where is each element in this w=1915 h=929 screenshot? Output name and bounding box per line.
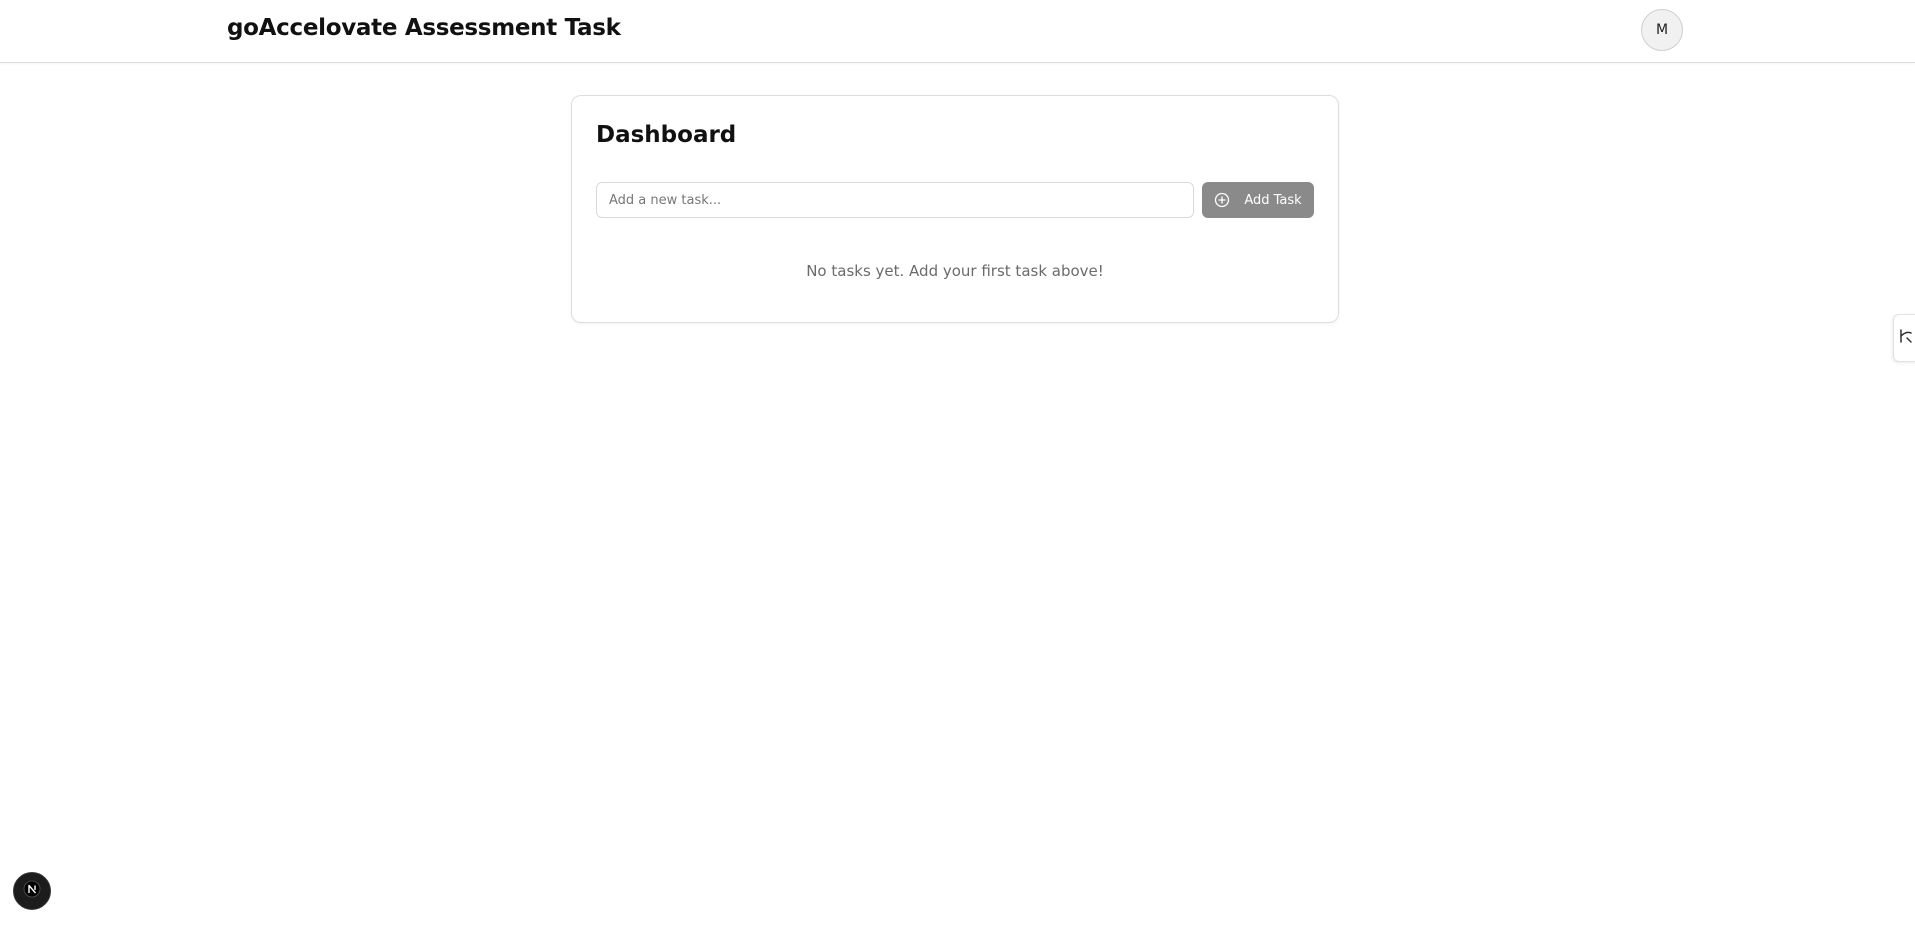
empty-state-message: No tasks yet. Add your first task above! (806, 262, 1104, 280)
dashboard-title: Dashboard (596, 122, 737, 148)
user-avatar-button[interactable]: M (1641, 9, 1683, 51)
avatar-initial: M (1655, 22, 1669, 38)
new-task-input[interactable] (596, 182, 1194, 218)
dashboard-card: Dashboard Add Task No tasks yet. Add you… (571, 95, 1339, 323)
devtools-icon (1898, 327, 1914, 349)
add-task-button[interactable]: Add Task (1202, 182, 1314, 218)
add-task-label: Add Task (1244, 192, 1302, 208)
plus-circle-icon (1214, 192, 1230, 208)
nextjs-dev-badge[interactable] (13, 872, 51, 910)
app-title: goAccelovate Assessment Task (227, 15, 621, 41)
top-header: goAccelovate Assessment Task M (0, 0, 1915, 63)
nextjs-logo-icon (23, 880, 41, 902)
devtools-side-tab[interactable] (1893, 314, 1915, 362)
